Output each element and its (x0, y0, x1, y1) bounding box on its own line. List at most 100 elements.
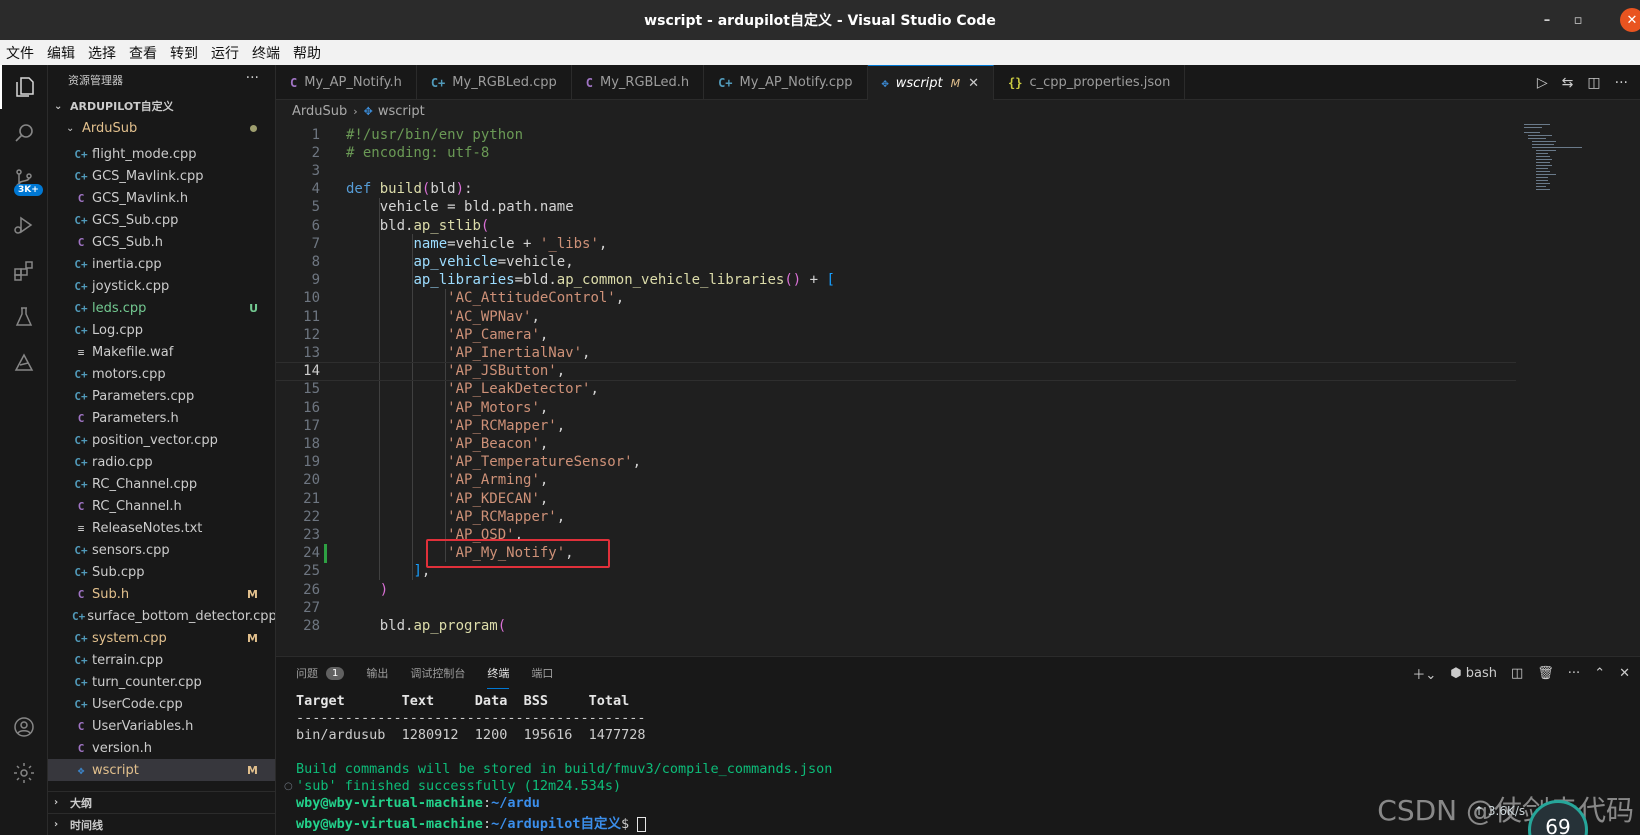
editor-tab[interactable]: {} c_cpp_properties.json (994, 65, 1186, 100)
account-icon[interactable] (0, 705, 48, 749)
more-actions-icon[interactable]: ··· (1615, 75, 1628, 91)
file-item[interactable]: C+ turn_counter.cpp (48, 671, 275, 693)
code-editor[interactable]: 1 #!/usr/bin/env python 2 # encoding: utf-8… (276, 122, 1640, 655)
menu-edit[interactable]: 编辑 (47, 43, 75, 63)
minimize-button[interactable]: – (1535, 8, 1559, 32)
search-icon[interactable] (0, 111, 48, 155)
breadcrumb-folder[interactable]: ArduSub (292, 104, 347, 119)
code-line[interactable]: 9 ap_libraries=bld.ap_common_vehicle_lib… (276, 271, 1516, 290)
new-terminal-icon[interactable]: ＋⌄ (1412, 664, 1436, 683)
timeline-section[interactable]: › 时间线 (48, 813, 275, 835)
source-control-icon[interactable]: 3K+ (0, 157, 48, 201)
file-item[interactable]: C GCS_Sub.h (48, 231, 275, 253)
editor-tab[interactable]: C My_AP_Notify.h (276, 65, 417, 100)
code-line[interactable]: 11 'AC_WPNav', (276, 307, 1516, 326)
code-line[interactable]: 22 'AP_RCMapper', (276, 507, 1516, 526)
menu-selection[interactable]: 选择 (88, 43, 116, 63)
code-line[interactable]: 17 'AP_RCMapper', (276, 416, 1516, 435)
menu-go[interactable]: 转到 (170, 43, 198, 63)
code-line[interactable]: 7 name=vehicle + '_libs', (276, 234, 1516, 253)
file-item[interactable]: C+ terrain.cpp (48, 649, 275, 671)
split-editor-icon[interactable]: ◫ (1587, 75, 1600, 91)
menu-help[interactable]: 帮助 (293, 43, 321, 63)
code-line[interactable]: 18 'AP_Beacon', (276, 434, 1516, 453)
maximize-button[interactable]: ▫ (1566, 8, 1590, 32)
file-item[interactable]: C+ Log.cpp (48, 319, 275, 341)
code-line[interactable]: 6 bld.ap_stlib( (276, 216, 1516, 235)
maximize-panel-icon[interactable]: ⌃ (1594, 666, 1605, 681)
code-line[interactable]: 28 bld.ap_program( (276, 616, 1516, 635)
terminal-output[interactable]: Target Text Data BSS Total -------------… (296, 693, 832, 832)
file-item[interactable]: ✥ wscript M (48, 759, 275, 781)
run-debug-icon[interactable] (0, 203, 48, 247)
minimap[interactable] (1520, 122, 1620, 202)
terminal-shell-selector[interactable]: ⬢ bash (1450, 666, 1497, 681)
tab-output[interactable]: 输出 (366, 657, 388, 689)
file-item[interactable]: C Sub.h M (48, 583, 275, 605)
editor-tab[interactable]: C+ My_AP_Notify.cpp (704, 65, 868, 100)
file-item[interactable]: C Parameters.h (48, 407, 275, 429)
file-item[interactable]: C+ RC_Channel.cpp (48, 473, 275, 495)
editor-tab[interactable]: ✥ wscript M ✕ (867, 65, 995, 100)
code-line[interactable]: 16 'AP_Motors', (276, 398, 1516, 417)
code-line[interactable]: 20 'AP_Arming', (276, 471, 1516, 490)
editor-tab[interactable]: C My_RGBLed.h (572, 65, 705, 100)
file-item[interactable]: C+ surface_bottom_detector.cpp (48, 605, 275, 627)
code-line[interactable]: 8 ap_vehicle=vehicle, (276, 252, 1516, 271)
trash-icon[interactable]: 🗑 (1537, 666, 1554, 681)
extensions-icon[interactable] (0, 249, 48, 293)
code-line[interactable]: 4 def build(bld): (276, 180, 1516, 199)
close-tab-icon[interactable]: ✕ (968, 76, 979, 91)
file-item[interactable]: C+ flight_mode.cpp (48, 143, 275, 165)
code-line[interactable]: 26 ) (276, 580, 1516, 599)
menu-file[interactable]: 文件 (6, 43, 34, 63)
menu-run[interactable]: 运行 (211, 43, 239, 63)
outline-section[interactable]: › 大纲 (48, 791, 275, 813)
tab-problems[interactable]: 问题 1 (296, 657, 345, 689)
menu-terminal[interactable]: 终端 (252, 43, 280, 63)
settings-gear-icon[interactable] (0, 751, 48, 795)
code-line[interactable]: 1 #!/usr/bin/env python (276, 125, 1516, 144)
menu-view[interactable]: 查看 (129, 43, 157, 63)
file-item[interactable]: C+ inertia.cpp (48, 253, 275, 275)
file-item[interactable]: C GCS_Mavlink.h (48, 187, 275, 209)
breadcrumb-file[interactable]: wscript (378, 104, 425, 119)
editor-tab[interactable]: C+ My_RGBLed.cpp (417, 65, 572, 100)
code-line[interactable]: 27 (276, 598, 1516, 617)
testing-icon[interactable] (0, 295, 48, 339)
file-item[interactable]: C+ system.cpp M (48, 627, 275, 649)
file-item[interactable]: C+ Parameters.cpp (48, 385, 275, 407)
file-item[interactable]: ≡ Makefile.waf (48, 341, 275, 363)
close-panel-icon[interactable]: ✕ (1619, 666, 1630, 681)
split-terminal-icon[interactable]: ◫ (1511, 666, 1523, 681)
code-line[interactable]: 10 'AC_AttitudeControl', (276, 289, 1516, 308)
file-item[interactable]: C+ position_vector.cpp (48, 429, 275, 451)
file-item[interactable]: Cversion.h (48, 737, 275, 759)
file-item[interactable]: C RC_Channel.h (48, 495, 275, 517)
file-item[interactable]: C+ leds.cpp U (48, 297, 275, 319)
code-line[interactable]: 3 (276, 161, 1516, 180)
run-icon[interactable]: ▷ (1537, 75, 1548, 91)
close-window-button[interactable]: ✕ (1620, 8, 1640, 32)
code-line[interactable]: 2 # encoding: utf-8 (276, 143, 1516, 162)
file-item[interactable]: C+ sensors.cpp (48, 539, 275, 561)
code-line[interactable]: 13 'AP_InertialNav', (276, 343, 1516, 362)
folder-ardusub[interactable]: ⌄ ArduSub (48, 117, 275, 139)
file-item[interactable]: C+ UserCode.cpp (48, 693, 275, 715)
file-item[interactable]: C+ joystick.cpp (48, 275, 275, 297)
code-line[interactable]: 19 'AP_TemperatureSensor', (276, 453, 1516, 472)
code-line[interactable]: 15 'AP_LeakDetector', (276, 380, 1516, 399)
file-item[interactable]: C+ radio.cpp (48, 451, 275, 473)
more-actions-icon[interactable]: ··· (246, 70, 259, 86)
tab-debug-console[interactable]: 调试控制台 (410, 657, 465, 689)
code-line[interactable]: 14 'AP_JSButton', (276, 361, 1516, 381)
remote-explorer-icon[interactable] (0, 341, 48, 385)
workspace-root[interactable]: ⌄ ARDUPILOT自定义 (48, 95, 275, 117)
code-line[interactable]: 5 vehicle = bld.path.name (276, 198, 1516, 217)
tab-ports[interactable]: 端口 (531, 657, 553, 689)
file-item[interactable]: C+ Sub.cpp (48, 561, 275, 583)
tab-terminal[interactable]: 终端 (487, 657, 510, 689)
compare-icon[interactable]: ⇆ (1562, 75, 1574, 91)
file-item[interactable]: C UserVariables.h (48, 715, 275, 737)
file-item[interactable]: C+ motors.cpp (48, 363, 275, 385)
